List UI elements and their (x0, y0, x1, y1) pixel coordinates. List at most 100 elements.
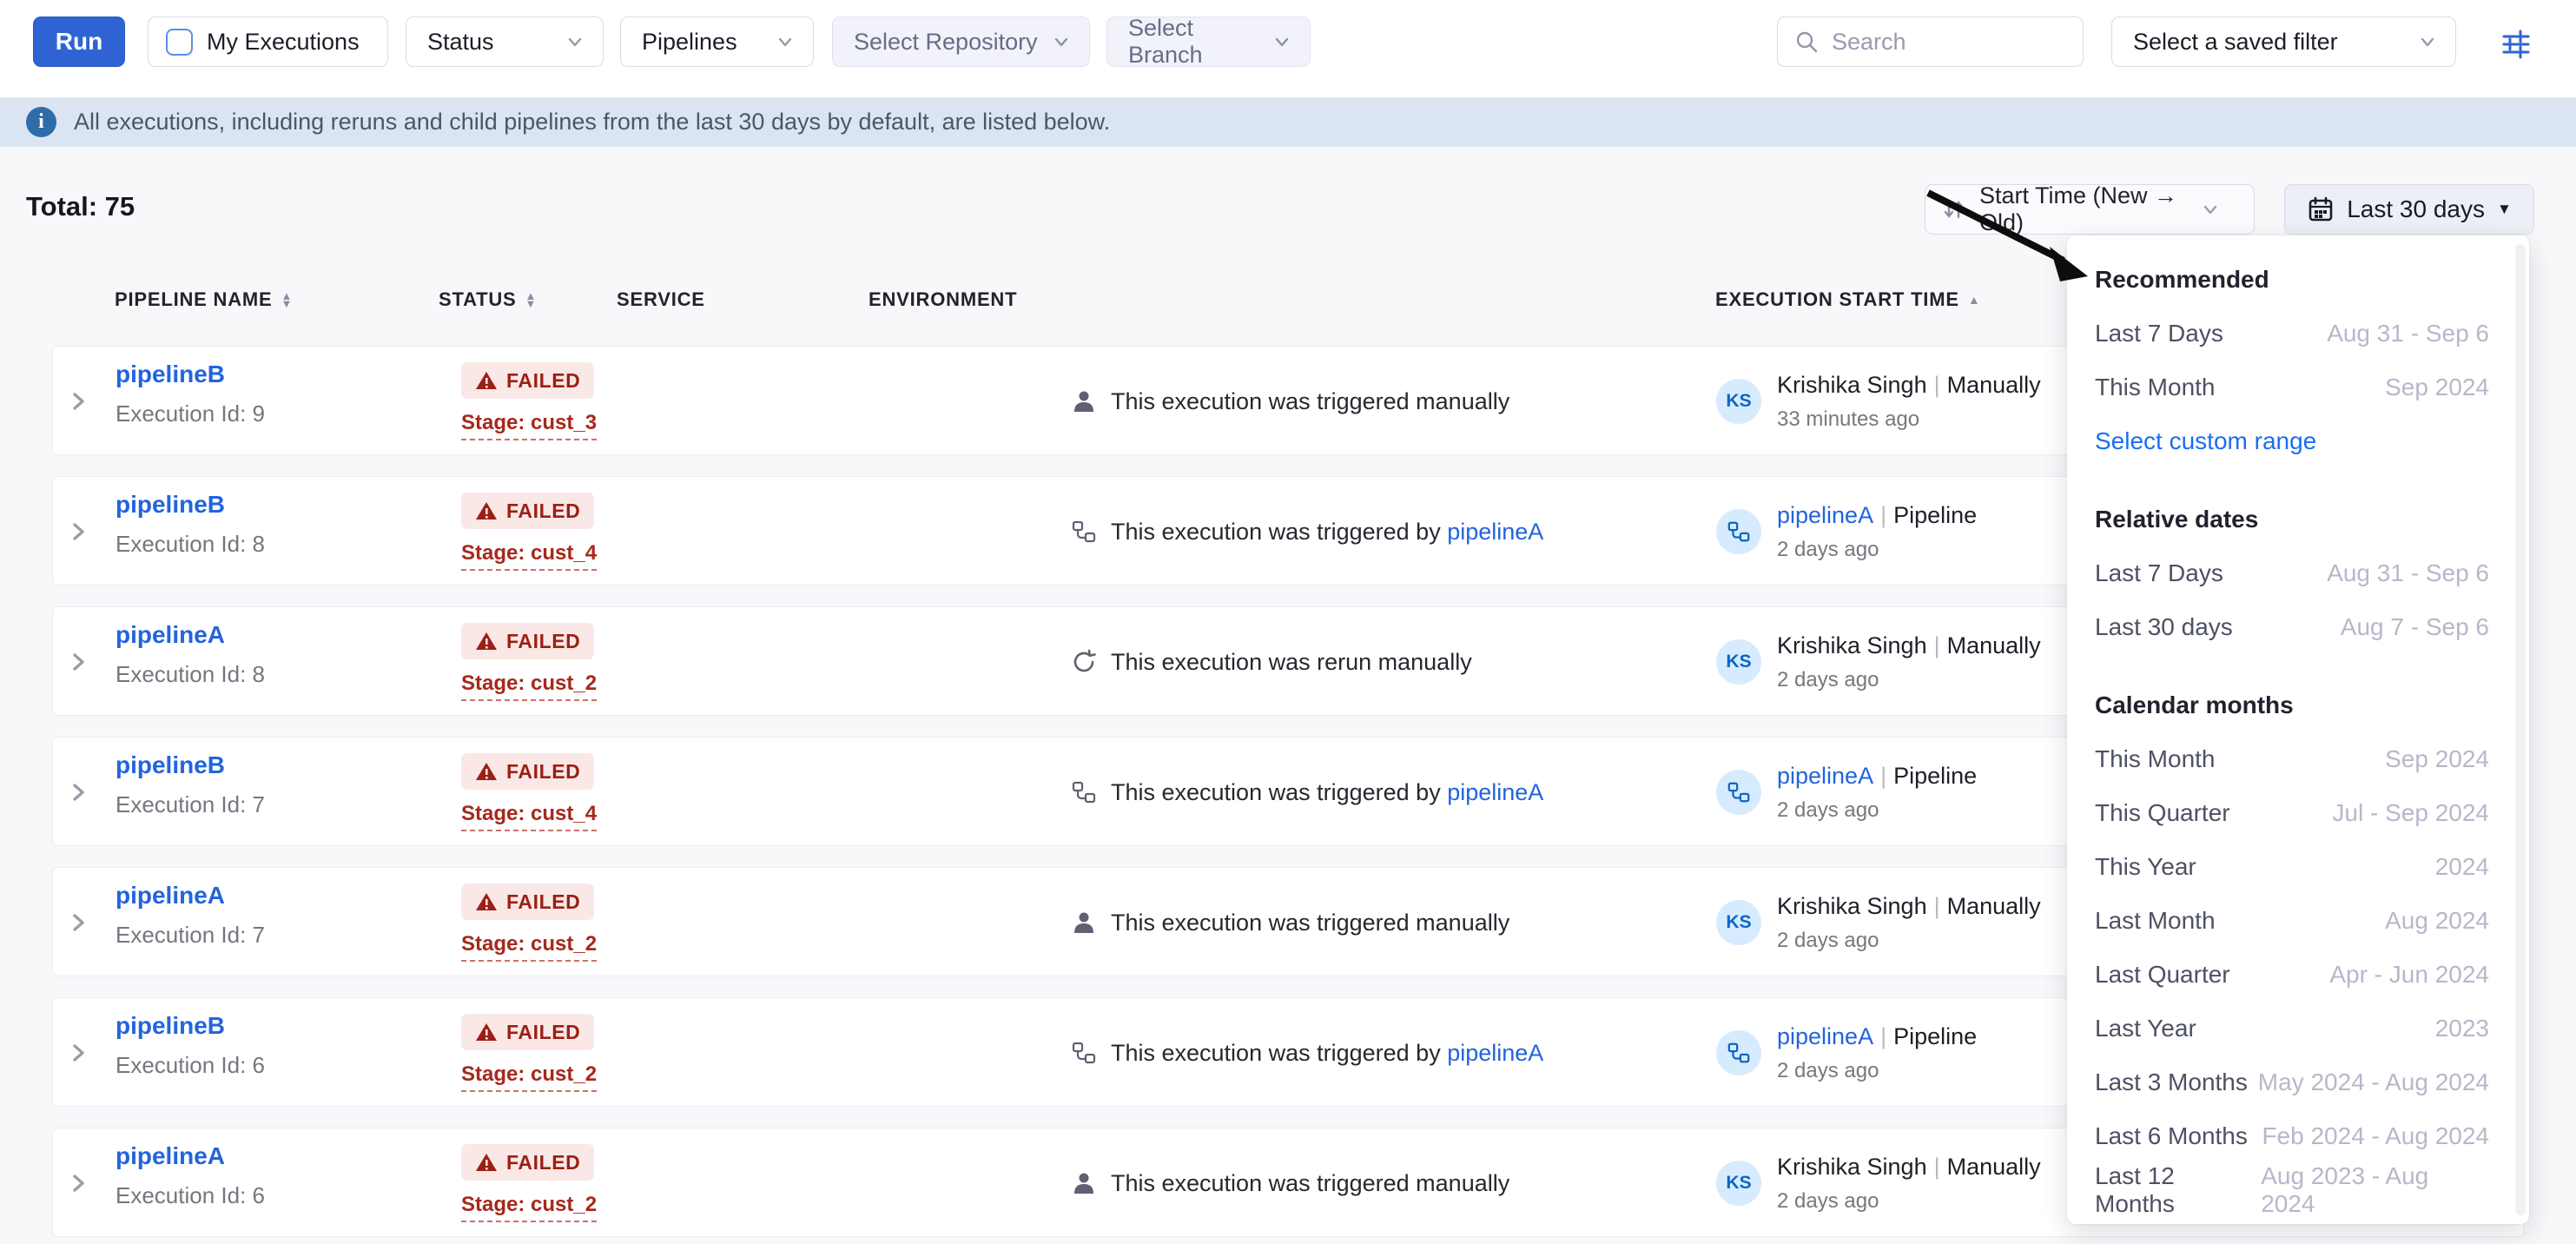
status-badge: FAILED (461, 883, 594, 920)
execution-time-ago: 2 days ago (1777, 798, 1977, 823)
select-repository-label: Select Repository (833, 29, 1051, 56)
menu-item-last-12-months[interactable]: Last 12 MonthsAug 2023 - Aug 2024 (2067, 1163, 2529, 1217)
rerun-icon (1071, 649, 1097, 675)
calendar-icon (2307, 195, 2335, 223)
pipeline-trigger-icon (1071, 519, 1097, 545)
failed-stage-link[interactable]: Stage: cust_2 (461, 932, 597, 962)
menu-item-select-custom-range[interactable]: Select custom range (2067, 414, 2529, 468)
failed-stage-link[interactable]: Stage: cust_2 (461, 672, 597, 701)
pipeline-name-link[interactable]: pipelineA (116, 621, 225, 649)
saved-filter-dropdown[interactable]: Select a saved filter (2111, 17, 2456, 67)
sort-both-icon: ▲▼ (281, 292, 294, 308)
search-input[interactable] (1832, 29, 2040, 56)
sort-both-icon: ▲▼ (525, 292, 538, 308)
expand-chevron-icon[interactable] (65, 649, 91, 675)
sort-icon (1941, 196, 1967, 222)
menu-item-last-year[interactable]: Last Year2023 (2067, 1002, 2529, 1055)
total-count: Total: 75 (26, 191, 135, 222)
failed-stage-link[interactable]: Stage: cust_2 (461, 1062, 597, 1092)
pipeline-name-link[interactable]: pipelineA (116, 1142, 225, 1170)
status-badge-label: FAILED (506, 369, 580, 393)
pipeline-name-link[interactable]: pipelineB (116, 751, 225, 779)
filter-settings-button[interactable] (2494, 23, 2538, 66)
menu-item-last-6-months[interactable]: Last 6 MonthsFeb 2024 - Aug 2024 (2067, 1109, 2529, 1163)
pipeline-name-link[interactable]: pipelineB (116, 1012, 225, 1040)
status-badge-label: FAILED (506, 630, 580, 653)
menu-item-last-7-days[interactable]: Last 7 DaysAug 31 - Sep 6 (2067, 546, 2529, 600)
failed-stage-link[interactable]: Stage: cust_4 (461, 802, 597, 831)
starter-pipeline-link[interactable]: pipelineA (1777, 502, 1873, 528)
column-header-pipeline-name[interactable]: PIPELINE NAME ▲▼ (115, 288, 293, 311)
select-repository-dropdown[interactable]: Select Repository (832, 17, 1090, 67)
user-icon (1071, 1170, 1097, 1196)
starter-name-line: Krishika Singh|Manually (1777, 1154, 2041, 1180)
sort-ascending-icon: ▲ (1968, 293, 1981, 307)
starter-avatar: KS (1716, 900, 1761, 945)
pipeline-avatar-icon (1727, 519, 1751, 544)
menu-item-last-month[interactable]: Last MonthAug 2024 (2067, 894, 2529, 948)
execution-start-cell: pipelineA|Pipeline 2 days ago (1716, 477, 1977, 586)
pipeline-name-link[interactable]: pipelineB (116, 491, 225, 519)
status-filter-dropdown[interactable]: Status (406, 17, 604, 67)
execution-start-cell: KS Krishika Singh|Manually 2 days ago (1716, 868, 2041, 977)
trigger-pipeline-link[interactable]: pipelineA (1447, 1040, 1543, 1066)
trigger-info: This execution was triggered by pipeline… (1071, 477, 1543, 586)
column-header-execution-start-time[interactable]: EXECUTION START TIME ▲ (1715, 288, 1981, 311)
info-icon: i (26, 107, 56, 137)
status-badge: FAILED (461, 362, 594, 399)
menu-item-last-3-months[interactable]: Last 3 MonthsMay 2024 - Aug 2024 (2067, 1055, 2529, 1109)
failed-stage-link[interactable]: Stage: cust_2 (461, 1193, 597, 1222)
date-range-button[interactable]: Last 30 days ▼ (2284, 184, 2534, 235)
search-box[interactable] (1777, 17, 2084, 67)
filter-sliders-icon (2497, 25, 2535, 63)
failed-stage-link[interactable]: Stage: cust_3 (461, 411, 597, 440)
date-range-label: Last 30 days (2347, 195, 2485, 223)
status-filter-label: Status (406, 29, 565, 56)
pipelines-filter-dropdown[interactable]: Pipelines (620, 17, 814, 67)
status-badge-label: FAILED (506, 760, 580, 784)
expand-chevron-icon[interactable] (65, 519, 91, 545)
expand-chevron-icon[interactable] (65, 388, 91, 414)
execution-time-ago: 2 days ago (1777, 1059, 1977, 1083)
trigger-pipeline-link[interactable]: pipelineA (1447, 519, 1543, 545)
chevron-down-icon (1271, 31, 1292, 52)
pipeline-name-link[interactable]: pipelineB (116, 361, 225, 388)
trigger-text: This execution was triggered by pipeline… (1111, 779, 1543, 806)
info-banner-text: All executions, including reruns and chi… (74, 109, 1110, 136)
trigger-text: This execution was triggered by pipeline… (1111, 519, 1543, 546)
menu-item-last-30-days[interactable]: Last 30 daysAug 7 - Sep 6 (2067, 600, 2529, 654)
menu-item-last-7-days[interactable]: Last 7 DaysAug 31 - Sep 6 (2067, 307, 2529, 361)
status-badge: FAILED (461, 1144, 594, 1181)
expand-chevron-icon[interactable] (65, 1040, 91, 1066)
menu-scrollbar[interactable] (2515, 244, 2526, 1215)
menu-item-this-month[interactable]: This MonthSep 2024 (2067, 732, 2529, 786)
menu-item-this-month[interactable]: This MonthSep 2024 (2067, 361, 2529, 414)
starter-pipeline-link[interactable]: pipelineA (1777, 1023, 1873, 1049)
trigger-pipeline-link[interactable]: pipelineA (1447, 779, 1543, 805)
expand-chevron-icon[interactable] (65, 1170, 91, 1196)
pipeline-name-link[interactable]: pipelineA (116, 882, 225, 910)
menu-item-last-quarter[interactable]: Last QuarterApr - Jun 2024 (2067, 948, 2529, 1002)
my-executions-toggle[interactable]: My Executions (148, 17, 388, 67)
column-header-status[interactable]: STATUS ▲▼ (439, 288, 537, 311)
expand-chevron-icon[interactable] (65, 910, 91, 936)
starter-avatar (1716, 509, 1761, 554)
starter-pipeline-link[interactable]: pipelineA (1777, 763, 1873, 789)
failed-stage-link[interactable]: Stage: cust_4 (461, 541, 597, 571)
expand-chevron-icon[interactable] (65, 779, 91, 805)
menu-item-this-quarter[interactable]: This QuarterJul - Sep 2024 (2067, 786, 2529, 840)
trigger-text: This execution was triggered by pipeline… (1111, 1040, 1543, 1067)
execution-id: Execution Id: 7 (116, 922, 265, 949)
run-button[interactable]: Run (33, 17, 125, 67)
my-executions-checkbox[interactable] (166, 29, 193, 56)
execution-start-cell: pipelineA|Pipeline 2 days ago (1716, 998, 1977, 1108)
starter-avatar (1716, 770, 1761, 815)
starter-name-line: pipelineA|Pipeline (1777, 1023, 1977, 1049)
select-branch-dropdown[interactable]: Select Branch (1106, 17, 1311, 67)
chevron-down-icon (2417, 31, 2438, 52)
warning-triangle-icon (475, 1022, 498, 1042)
sort-order-dropdown[interactable]: Start Time (New → Old) (1925, 184, 2255, 235)
warning-triangle-icon (475, 500, 498, 521)
menu-item-this-year[interactable]: This Year2024 (2067, 840, 2529, 894)
starter-avatar: KS (1716, 1161, 1761, 1206)
